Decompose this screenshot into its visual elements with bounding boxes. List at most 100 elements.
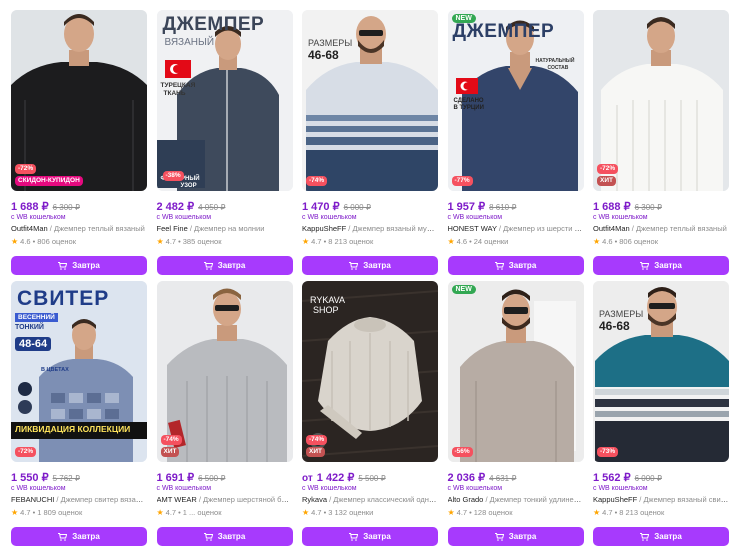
add-to-cart-button[interactable]: Завтра	[11, 527, 147, 546]
product-image[interactable]: -72% СКИДОН-КУПИДОН	[11, 10, 147, 191]
product-image[interactable]: RYKAVA SHOP -74% ХИТ	[302, 281, 438, 462]
rating: ★ 4.7 • 128 оценок	[447, 508, 513, 517]
product-card[interactable]: NEW ДЖЕМПЕР НАТУРАЛЬНЫЙ СОСТАВ СДЕЛАНО В…	[447, 10, 584, 275]
product-card[interactable]: РАЗМЕРЫ 46-68 -74% 1 470 ₽ 6 000 ₽ с WB …	[302, 10, 438, 275]
reviews-count: 24 оценки	[473, 237, 509, 246]
product-title[interactable]: KappuSheFF / Джемпер вязаный мужско...	[302, 224, 438, 233]
brand: Alto Grado	[447, 495, 484, 504]
reviews-count: 3 132 оценки	[328, 508, 374, 517]
product-image[interactable]: -74% ХИТ	[156, 281, 293, 462]
star-icon: ★	[447, 237, 455, 246]
add-to-cart-button[interactable]: Завтра	[156, 256, 293, 275]
star-icon: ★	[302, 237, 310, 246]
button-label: Завтра	[217, 532, 246, 541]
price: 1 470 ₽	[302, 201, 340, 213]
cart-icon	[349, 261, 359, 270]
product-image[interactable]: СВИТЕР ВЕСЕННИЙ ТОНКИЙ 48-64 В ЦВЕТАХ ЛИ…	[11, 281, 147, 462]
product-image[interactable]: РАЗМЕРЫ 46-68 -73%	[593, 281, 729, 462]
old-price: 6 000 ₽	[634, 474, 662, 483]
add-to-cart-button[interactable]: Завтра	[447, 256, 584, 275]
product-image[interactable]: ДЖЕМПЕР ВЯЗАНЫЙ ТУРЕЦКАЯ ТКАНЬ ФАКТУРНЫЙ…	[156, 10, 293, 191]
product-title[interactable]: Feel Fine / Джемпер на молнии	[157, 224, 293, 233]
old-price: 6 000 ₽	[343, 203, 371, 212]
cart-icon	[640, 532, 650, 541]
brand: Feel Fine	[156, 224, 188, 233]
discount-badge: -38%	[162, 171, 184, 181]
product-card[interactable]: ДЖЕМПЕР ВЯЗАНЫЙ ТУРЕЦКАЯ ТКАНЬ ФАКТУРНЫЙ…	[156, 10, 293, 275]
price: 1 688 ₽	[11, 201, 49, 213]
button-label: Завтра	[654, 532, 682, 541]
add-to-cart-button[interactable]: Завтра	[447, 527, 584, 546]
price: 1 422 ₽	[316, 472, 355, 484]
rating: ★ 4.7 • 1 809 оценок	[11, 508, 83, 517]
product-title[interactable]: Outfit4Man / Джемпер теплый вязаный	[11, 224, 147, 233]
add-to-cart-button[interactable]: Завтра	[11, 256, 147, 275]
price-prefix: от	[302, 473, 313, 484]
star-icon: ★	[302, 508, 310, 517]
reviews-count: 806 оценок	[619, 237, 658, 246]
reviews-count: 8 213 оценок	[328, 237, 374, 246]
reviews-count: 385 оценок	[182, 237, 222, 246]
reviews-count: 128 оценок	[473, 508, 513, 517]
button-label: Завтра	[654, 261, 682, 270]
add-to-cart-button[interactable]: Завтра	[302, 527, 438, 546]
discount-badge: -77%	[451, 176, 473, 186]
wallet-note: с WB кошельком	[11, 485, 66, 492]
wallet-note: с WB кошельком	[593, 214, 648, 221]
hit-badge: ХИТ	[306, 447, 325, 457]
add-to-cart-button[interactable]: Завтра	[156, 527, 293, 546]
product-title[interactable]: Outfit4Man / Джемпер теплый вязаный	[593, 224, 729, 233]
product-card[interactable]: СВИТЕР ВЕСЕННИЙ ТОНКИЙ 48-64 В ЦВЕТАХ ЛИ…	[11, 281, 147, 546]
old-price: 6 500 ₽	[198, 474, 226, 483]
brand: HONEST WAY	[447, 224, 497, 233]
product-grid: -72% СКИДОН-КУПИДОН 1 688 ₽ 6 300 ₽ с WB…	[11, 10, 729, 546]
product-image[interactable]: РАЗМЕРЫ 46-68 -74%	[302, 10, 438, 191]
rating-value: 4.7	[602, 508, 613, 517]
old-price: 5 762 ₽	[52, 474, 80, 483]
product-image[interactable]: -72% ХИТ	[593, 10, 729, 191]
brand: Outfit4Man	[11, 224, 48, 233]
brand: KappuSheFF	[302, 224, 347, 233]
product-card[interactable]: -72% СКИДОН-КУПИДОН 1 688 ₽ 6 300 ₽ с WB…	[11, 10, 147, 275]
product-name: Джемпер классический одното...	[333, 495, 438, 504]
cart-icon	[494, 261, 504, 270]
product-title[interactable]: HONEST WAY / Джемпер из шерсти мер...	[448, 224, 584, 233]
rating-value: 4.6	[602, 237, 613, 246]
wallet-note: с WB кошельком	[156, 485, 212, 492]
old-price: 4 050 ₽	[198, 203, 226, 212]
discount-badge: -72%	[15, 164, 37, 174]
rating: ★ 4.7 • 385 оценок	[156, 237, 222, 246]
product-title[interactable]: Rykava / Джемпер классический одното...	[302, 495, 438, 504]
product-card[interactable]: RYKAVA SHOP -74% ХИТ от 1 422 ₽ 5 500 ₽ …	[302, 281, 438, 546]
button-label: Завтра	[363, 532, 391, 541]
product-name: Джемпер вязаный мужско...	[352, 224, 438, 233]
product-name: Джемпер свитер вязаный т...	[60, 495, 147, 504]
new-badge: NEW	[451, 14, 476, 23]
price: 1 957 ₽	[447, 201, 486, 213]
add-to-cart-button[interactable]: Завтра	[302, 256, 438, 275]
product-card[interactable]: -74% ХИТ 1 691 ₽ 6 500 ₽ с WB кошельком …	[156, 281, 293, 546]
new-badge: NEW	[451, 285, 476, 294]
product-name: Джемпер на молнии	[194, 224, 265, 233]
brand: Outfit4Man	[593, 224, 630, 233]
discount-badge: -74%	[160, 435, 182, 445]
product-title[interactable]: AMT WEAR / Джемпер шерстяной больш...	[157, 495, 293, 504]
product-card[interactable]: РАЗМЕРЫ 46-68 -73% 1 562 ₽ 6 000 ₽ с WB …	[593, 281, 729, 546]
product-card[interactable]: -72% ХИТ 1 688 ₽ 6 300 ₽ с WB кошельком …	[593, 10, 729, 275]
old-price: 6 300 ₽	[52, 203, 80, 212]
star-icon: ★	[11, 237, 19, 246]
product-title[interactable]: KappuSheFF / Джемпер вязаный свитер	[593, 495, 729, 504]
add-to-cart-button[interactable]: Завтра	[593, 256, 729, 275]
product-image[interactable]: NEW -56%	[447, 281, 584, 462]
add-to-cart-button[interactable]: Завтра	[593, 527, 729, 546]
wallet-note: с WB кошельком	[447, 485, 503, 492]
product-title[interactable]: Alto Grado / Джемпер тонкий удлиненный	[448, 495, 584, 504]
rating-value: 4.6	[456, 237, 468, 246]
rating-value: 4.7	[311, 237, 322, 246]
button-label: Завтра	[508, 532, 537, 541]
product-name: Джемпер теплый вязаный	[635, 224, 727, 233]
product-card[interactable]: NEW -56% 2 036 ₽ 4 631 ₽ с WB кошельком …	[447, 281, 584, 546]
hit-badge: ХИТ	[597, 176, 616, 186]
product-image[interactable]: NEW ДЖЕМПЕР НАТУРАЛЬНЫЙ СОСТАВ СДЕЛАНО В…	[447, 10, 584, 191]
product-title[interactable]: FEBANUCHI / Джемпер свитер вязаный т...	[11, 495, 147, 504]
